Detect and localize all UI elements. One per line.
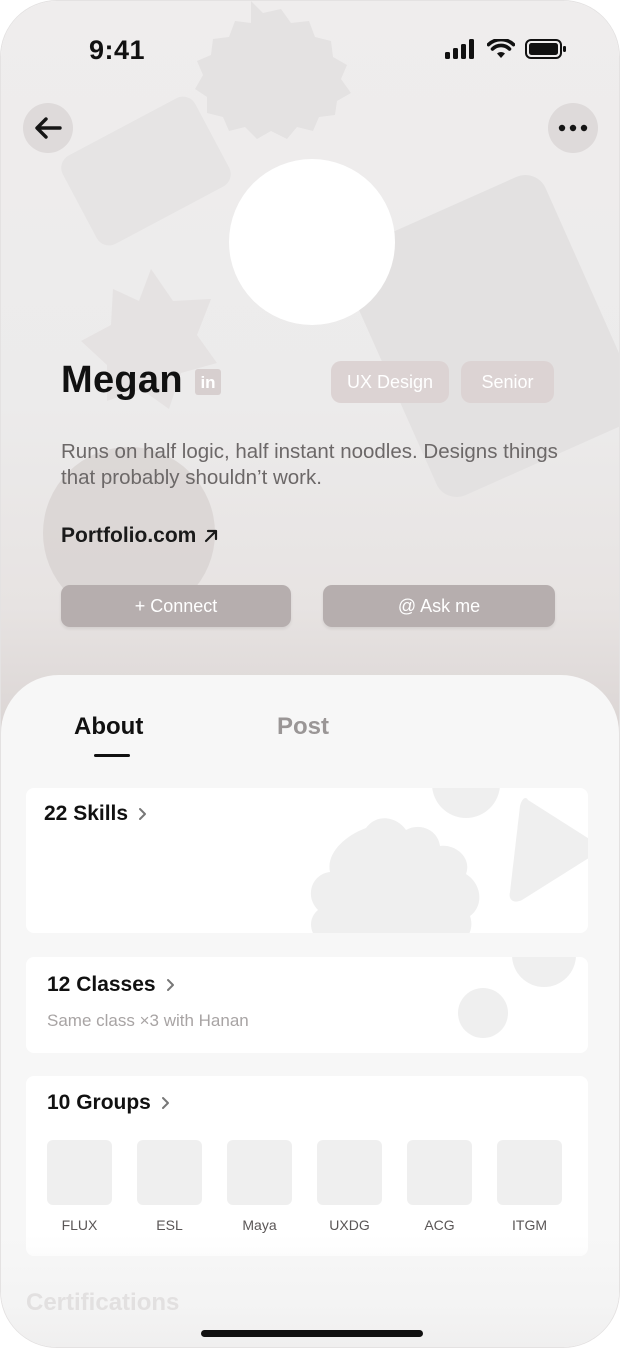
classes-title-row[interactable]: 12 Classes [47, 973, 175, 997]
group-label: FLUX [61, 1217, 98, 1233]
skills-card[interactable]: 22 Skills [26, 788, 588, 933]
profile-sheet: About Post 22 Skills 12 Classes Same cla… [1, 675, 619, 1347]
tag-senior: Senior [461, 361, 554, 403]
group-label: UXDG [329, 1217, 370, 1233]
group-item[interactable]: ESL [137, 1140, 202, 1233]
group-item[interactable]: ACG [407, 1140, 472, 1233]
status-icons [445, 39, 567, 59]
avatar[interactable] [229, 159, 395, 325]
group-thumbnail [47, 1140, 112, 1205]
skills-title: 22 Skills [44, 802, 129, 825]
connect-button[interactable]: + Connect [61, 585, 291, 627]
profile-name: Megan [61, 359, 183, 401]
card-decor [458, 957, 576, 1038]
wifi-icon [487, 39, 515, 58]
active-tab-indicator [94, 754, 130, 757]
arrow-up-right-icon [205, 529, 218, 543]
group-item[interactable]: Maya [227, 1140, 292, 1233]
certifications-title[interactable]: Certifications [26, 1289, 179, 1317]
group-label: ITGM [512, 1217, 547, 1233]
groups-card[interactable]: 10 Groups FLUX ESL Maya UXDG ACG ITGM [26, 1076, 588, 1256]
chevron-right-icon [161, 1097, 169, 1109]
group-thumbnail [317, 1140, 382, 1205]
chevron-right-icon [139, 808, 147, 820]
groups-title: 10 Groups [47, 1091, 151, 1114]
group-label: ACG [424, 1217, 455, 1233]
classes-title: 12 Classes [47, 973, 156, 996]
back-button[interactable] [23, 103, 73, 153]
group-item[interactable]: FLUX [47, 1140, 112, 1233]
chevron-right-icon [166, 979, 174, 991]
more-horizontal-icon [558, 124, 588, 132]
group-thumbnail [227, 1140, 292, 1205]
groups-list: FLUX ESL Maya UXDG ACG ITGM [47, 1140, 562, 1233]
group-thumbnail [497, 1140, 562, 1205]
tag-ux-design: UX Design [331, 361, 449, 403]
classes-subtitle: Same class ×3 with Hanan [47, 1011, 249, 1030]
classes-card[interactable]: 12 Classes Same class ×3 with Hanan [26, 957, 588, 1053]
starburst-shape [195, 1, 351, 139]
linkedin-icon[interactable]: in [195, 369, 221, 395]
group-label: Maya [242, 1217, 277, 1233]
group-thumbnail [407, 1140, 472, 1205]
cellular-signal-icon [445, 39, 474, 59]
more-options-button[interactable] [548, 103, 598, 153]
group-thumbnail [137, 1140, 202, 1205]
group-label: ESL [156, 1217, 183, 1233]
group-item[interactable]: UXDG [317, 1140, 382, 1233]
tab-about[interactable]: About [74, 713, 143, 741]
status-time: 9:41 [89, 35, 146, 65]
profile-bio: Runs on half logic, half instant noodles… [61, 440, 558, 489]
ask-me-button[interactable]: @ Ask me [323, 585, 555, 627]
portfolio-link-label: Portfolio.com [61, 524, 197, 547]
phone-screen: 9:41 Megan in UX Design Senior Runs on h… [1, 1, 619, 1347]
home-indicator[interactable] [201, 1330, 423, 1337]
tab-post[interactable]: Post [277, 713, 329, 741]
diamond-shape [61, 96, 231, 246]
arrow-left-icon [35, 117, 62, 139]
battery-icon [525, 39, 566, 59]
groups-title-row[interactable]: 10 Groups [47, 1091, 170, 1115]
portfolio-link[interactable]: Portfolio.com [61, 524, 218, 548]
skills-title-row[interactable]: 22 Skills [44, 802, 147, 826]
group-item[interactable]: ITGM [497, 1140, 562, 1233]
